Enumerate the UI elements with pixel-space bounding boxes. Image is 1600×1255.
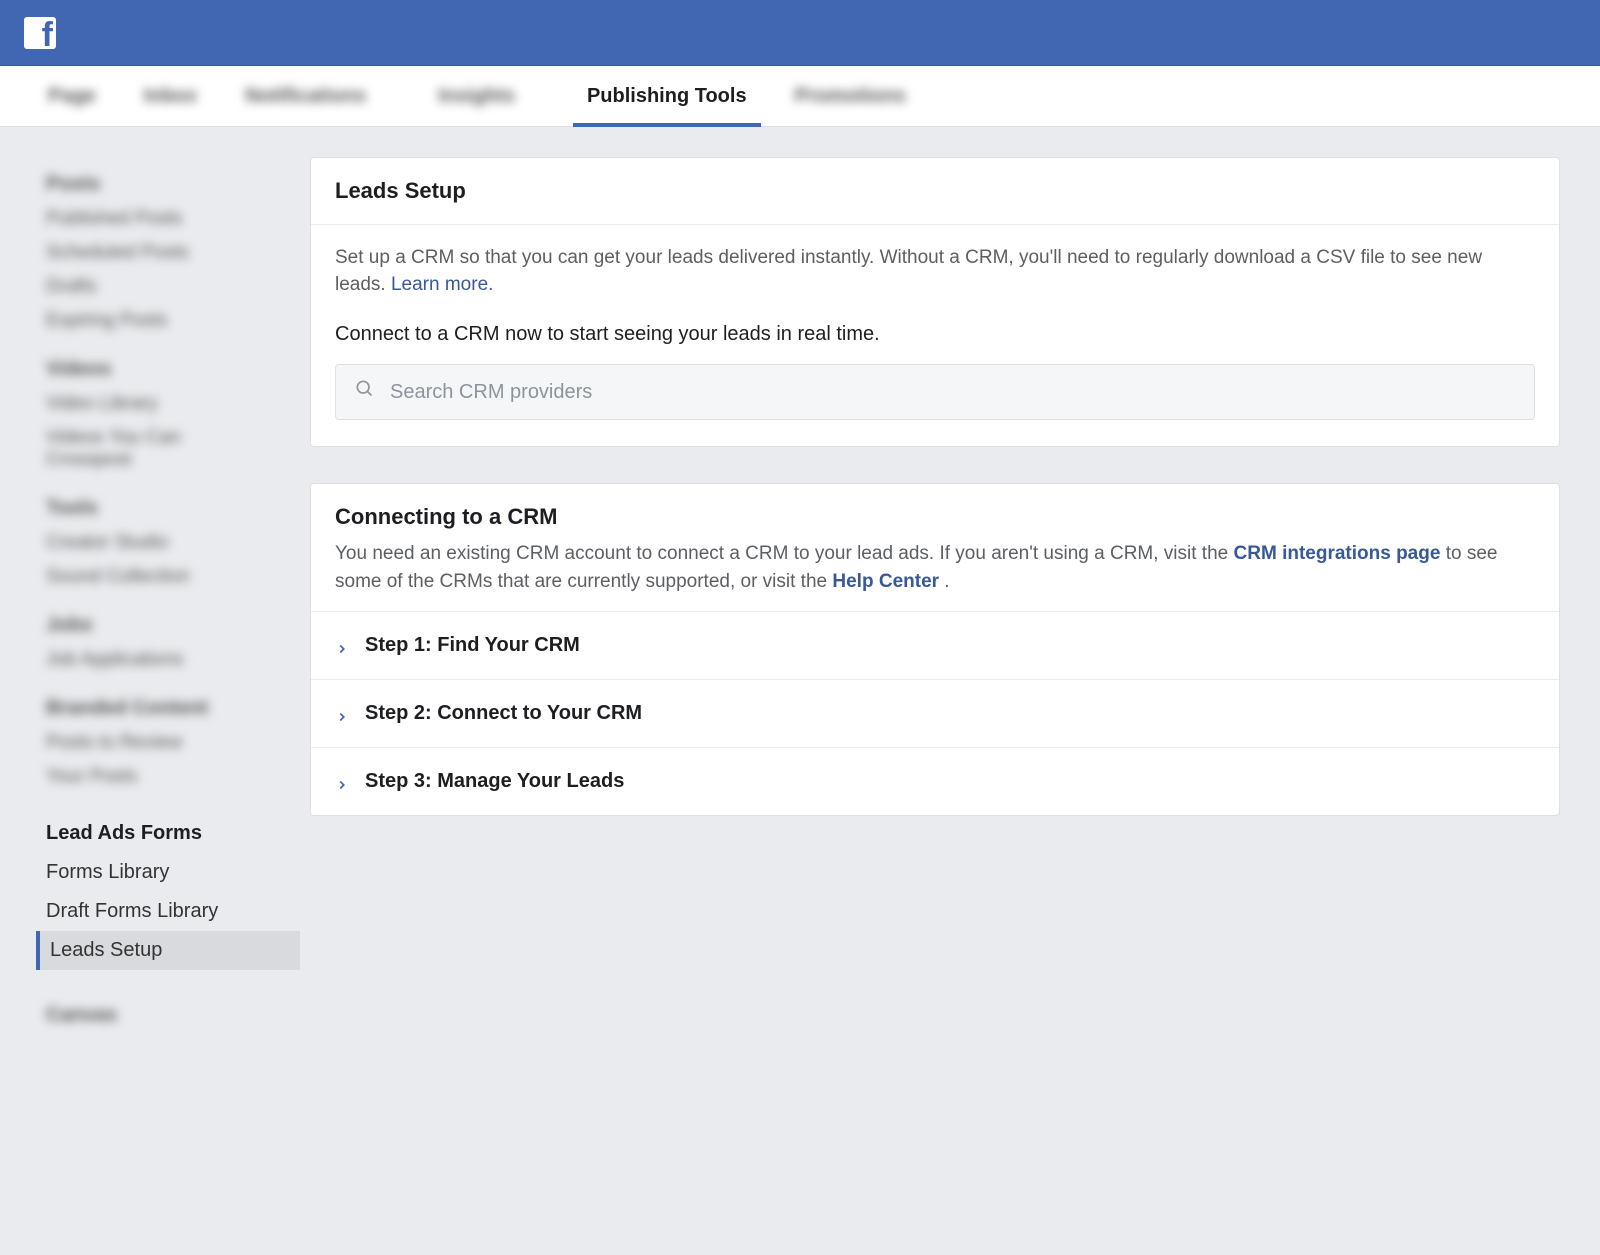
sidebar-item-blurred[interactable]: Posts to Review <box>46 732 300 754</box>
help-center-link[interactable]: Help Center <box>832 571 939 592</box>
crm-search-input[interactable] <box>390 381 1516 404</box>
tab-publishing-tools[interactable]: Publishing Tools <box>563 66 771 126</box>
leads-setup-title: Leads Setup <box>311 158 1559 225</box>
crm-integrations-link[interactable]: CRM integrations page <box>1234 543 1441 564</box>
crm-body-post: . <box>939 571 950 592</box>
chevron-right-icon <box>335 707 349 721</box>
sidebar-heading-blurred: Canvas <box>46 1004 300 1027</box>
tab-blurred[interactable]: Inbox <box>120 66 221 126</box>
sidebar-heading-blurred: Jobs <box>46 614 300 637</box>
top-bar: f <box>0 0 1600 65</box>
leads-setup-card: Leads Setup Set up a CRM so that you can… <box>310 157 1560 447</box>
sidebar-heading-blurred: Tools <box>46 497 300 520</box>
sidebar-item-draft-forms-library[interactable]: Draft Forms Library <box>40 892 300 931</box>
crm-search-box[interactable] <box>335 364 1535 420</box>
step-3-row[interactable]: Step 3: Manage Your Leads <box>311 747 1559 815</box>
leads-setup-intro: Set up a CRM so that you can get your le… <box>335 247 1482 295</box>
page-tab-bar: Page Inbox Notifications Insights Publis… <box>0 65 1600 127</box>
connect-crm-prompt: Connect to a CRM now to start seeing you… <box>335 320 1535 348</box>
chevron-right-icon <box>335 639 349 653</box>
sidebar-heading-lead-ads-forms: Lead Ads Forms <box>46 822 300 845</box>
sidebar-heading-blurred: Posts <box>46 173 300 196</box>
step-1-row[interactable]: Step 1: Find Your CRM <box>311 611 1559 679</box>
step-2-row[interactable]: Step 2: Connect to Your CRM <box>311 679 1559 747</box>
sidebar-item-blurred[interactable]: Expiring Posts <box>46 310 300 332</box>
learn-more-link[interactable]: Learn more. <box>391 274 493 295</box>
connecting-crm-card: Connecting to a CRM You need an existing… <box>310 483 1560 816</box>
sidebar-heading-blurred: Videos <box>46 358 300 381</box>
sidebar-item-blurred[interactable]: Your Posts <box>46 766 300 788</box>
sidebar-item-forms-library[interactable]: Forms Library <box>40 853 300 892</box>
sidebar-item-blurred[interactable]: Sound Collection <box>46 566 300 588</box>
step-1-label: Step 1: Find Your CRM <box>365 634 580 657</box>
sidebar-heading-blurred: Branded Content <box>46 697 300 720</box>
sidebar-item-blurred[interactable]: Scheduled Posts <box>46 242 300 264</box>
sidebar-item-blurred[interactable]: Video Library <box>46 393 300 415</box>
tab-blurred[interactable]: Page <box>24 66 120 126</box>
connecting-crm-title: Connecting to a CRM <box>335 504 1535 530</box>
sidebar-item-blurred[interactable]: Job Applications <box>46 649 300 671</box>
tab-blurred[interactable]: Insights <box>390 66 563 126</box>
sidebar-item-leads-setup[interactable]: Leads Setup <box>36 931 300 970</box>
tab-blurred[interactable]: Notifications <box>221 66 390 126</box>
sidebar-item-blurred[interactable]: Videos You CanCrosspost <box>46 427 300 471</box>
sidebar-item-blurred[interactable]: Creator Studio <box>46 532 300 554</box>
sidebar: Posts Published Posts Scheduled Posts Dr… <box>0 127 310 1255</box>
facebook-logo-icon[interactable]: f <box>24 17 56 49</box>
crm-body-pre: You need an existing CRM account to conn… <box>335 543 1234 564</box>
tab-blurred[interactable]: Promotions <box>771 66 930 126</box>
sidebar-item-blurred[interactable]: Published Posts <box>46 208 300 230</box>
chevron-right-icon <box>335 775 349 789</box>
step-3-label: Step 3: Manage Your Leads <box>365 770 624 793</box>
search-icon <box>354 378 374 407</box>
sidebar-item-blurred[interactable]: Drafts <box>46 276 300 298</box>
step-2-label: Step 2: Connect to Your CRM <box>365 702 642 725</box>
main-content: Leads Setup Set up a CRM so that you can… <box>310 127 1600 1255</box>
